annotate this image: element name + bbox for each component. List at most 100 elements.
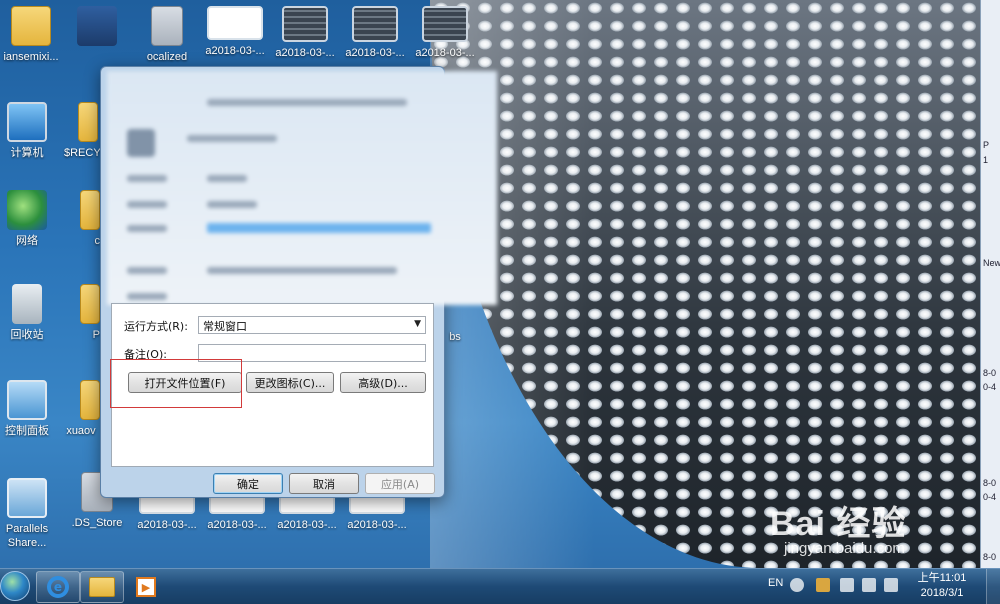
- taskbar: e ▶ EN 上午11:01 2018/3/1: [0, 568, 1000, 604]
- side-text: New: [983, 258, 1000, 268]
- taskbar-media-player[interactable]: ▶: [124, 571, 168, 603]
- user-folder-icon: [11, 6, 51, 46]
- desktop-icon-screenshot[interactable]: a2018-03-...: [340, 6, 410, 60]
- advanced-button[interactable]: 高级(D)...: [340, 372, 426, 393]
- desktop-icon-label: 网络: [16, 235, 38, 247]
- desktop-icon-label: a2018-03-...: [345, 47, 405, 59]
- desktop-icon-folder[interactable]: P: [60, 284, 100, 342]
- desktop-icon-recycle-folder[interactable]: $RECY: [50, 102, 106, 160]
- desktop-icon-label: xuaov: [66, 425, 96, 437]
- start-button[interactable]: [0, 571, 30, 601]
- bear-app-icon: [77, 6, 117, 46]
- folder-icon: [80, 190, 100, 230]
- parallels-shared-folder-icon: [7, 478, 47, 518]
- desktop-icon-label: a2018-03-...: [137, 519, 197, 531]
- blurred-target-field: [207, 223, 431, 233]
- desktop-icon-label: a2018-03-...: [207, 519, 267, 531]
- volume-icon[interactable]: [884, 578, 898, 592]
- side-text: 0-4: [983, 382, 997, 392]
- blurred-value: [207, 201, 257, 208]
- run-mode-value: 常规窗口: [203, 320, 247, 333]
- desktop-icon-parallels-shared[interactable]: Parallels Share...: [0, 478, 62, 550]
- desktop-icon-bear-app[interactable]: [62, 6, 132, 50]
- desktop-icon-localized[interactable]: ocalized: [132, 6, 202, 64]
- file-icon: [151, 6, 183, 46]
- display-icon[interactable]: [862, 578, 876, 592]
- screenshot-thumbnail-icon: [422, 6, 468, 42]
- desktop-icon-label: iansemixi...: [3, 51, 59, 63]
- desktop-icon-user-folder[interactable]: iansemixi...: [0, 6, 66, 64]
- desktop-icon-label: a2018-03-...: [277, 519, 337, 531]
- blurred-title: [207, 99, 407, 106]
- annotation-highlight-box: [110, 359, 242, 408]
- desktop-icon-label: 回收站: [10, 329, 44, 341]
- folder-icon: [80, 380, 100, 420]
- blurred-value: [207, 175, 247, 182]
- desktop-icon-label: a2018-03-...: [275, 47, 335, 59]
- blurred-label: [127, 293, 167, 300]
- desktop-icon-label: ocalized: [146, 51, 188, 63]
- screenshot-thumbnail-icon: [282, 6, 328, 42]
- folder-icon: [89, 577, 115, 597]
- side-text: 1: [983, 155, 989, 165]
- network-icon: [7, 190, 47, 230]
- battery-icon[interactable]: [840, 578, 854, 592]
- show-desktop-button[interactable]: [986, 569, 1000, 604]
- screenshot-thumbnail-icon: [207, 6, 263, 40]
- taskbar-file-explorer[interactable]: [80, 571, 124, 603]
- desktop-icon-label: .DS_Store: [71, 517, 123, 529]
- desktop-icon-recycle-bin[interactable]: 回收站: [0, 284, 62, 342]
- blurred-name: [187, 135, 277, 142]
- shortcut-properties-dialog[interactable]: 运行方式(R): 常规窗口 ▼ 备注(O): 打开文件位置(F) 更改图标(C)…: [100, 66, 497, 498]
- desktop-icon-folder[interactable]: c: [60, 190, 100, 248]
- run-mode-select[interactable]: 常规窗口 ▼: [198, 316, 426, 334]
- blurred-dialog-region: [107, 71, 497, 305]
- desktop-icon-screenshot[interactable]: a2018-03-...: [200, 6, 270, 58]
- internet-explorer-icon: e: [47, 576, 69, 598]
- desktop-icon-label: Parallels Share...: [5, 523, 49, 549]
- watermark-url: jingyan.baidu.com: [784, 540, 905, 557]
- desktop-icon-label: a2018-03-...: [415, 47, 475, 59]
- taskbar-clock[interactable]: 上午11:01 2018/3/1: [910, 571, 974, 601]
- blurred-label: [127, 267, 167, 274]
- side-text: P: [983, 140, 990, 150]
- side-text: 8-0: [983, 368, 997, 378]
- computer-icon: [7, 102, 47, 142]
- desktop-icon-label: 控制面板: [5, 425, 49, 437]
- input-language-indicator[interactable]: EN: [768, 577, 783, 589]
- cancel-button[interactable]: 取消: [289, 473, 359, 494]
- blurred-label: [127, 225, 167, 232]
- desktop-icon-screenshot[interactable]: a2018-03-...: [270, 6, 340, 60]
- blurred-label: [127, 201, 167, 208]
- desktop-icon-label: a2018-03-...: [205, 45, 265, 57]
- change-icon-button[interactable]: 更改图标(C)...: [246, 372, 334, 393]
- ok-button[interactable]: 确定: [213, 473, 283, 494]
- network-warning-icon[interactable]: [816, 578, 830, 592]
- dropdown-arrow-icon: ▼: [414, 319, 421, 329]
- baidu-jingyan-watermark: Bai 经验 jingyan.baidu.com: [770, 496, 990, 566]
- desktop-icon-label: c: [94, 235, 101, 247]
- side-window-edge[interactable]: P 1 New 8-0 0-4 8-0 0-4 8-0: [980, 0, 1000, 568]
- screenshot-thumbnail-icon: [352, 6, 398, 42]
- recycle-bin-icon: [12, 284, 42, 324]
- desktop-icon-label: a2018-03-...: [347, 519, 407, 531]
- desktop-icon-folder[interactable]: xuaov: [58, 380, 104, 438]
- control-panel-icon: [7, 380, 47, 420]
- folder-icon: [80, 284, 100, 324]
- blurred-value: [207, 267, 397, 274]
- side-text: 8-0: [983, 478, 997, 488]
- apply-button[interactable]: 应用(A): [365, 473, 435, 494]
- clock-time: 上午11:01: [917, 572, 967, 584]
- blurred-shortcut-icon: [127, 129, 155, 157]
- desktop-icon-label: P: [92, 329, 100, 341]
- help-icon[interactable]: [790, 578, 804, 592]
- desktop-icon-control-panel[interactable]: 控制面板: [0, 380, 62, 438]
- wallpaper-building-image: [430, 0, 980, 568]
- desktop-icon-network[interactable]: 网络: [0, 190, 62, 248]
- desktop-icon-screenshot[interactable]: a2018-03-...: [410, 6, 480, 60]
- taskbar-internet-explorer[interactable]: e: [36, 571, 80, 603]
- clock-date: 2018/3/1: [920, 587, 964, 599]
- blurred-label: [127, 175, 167, 182]
- folder-icon: [78, 102, 98, 142]
- run-mode-label: 运行方式(R):: [124, 320, 188, 333]
